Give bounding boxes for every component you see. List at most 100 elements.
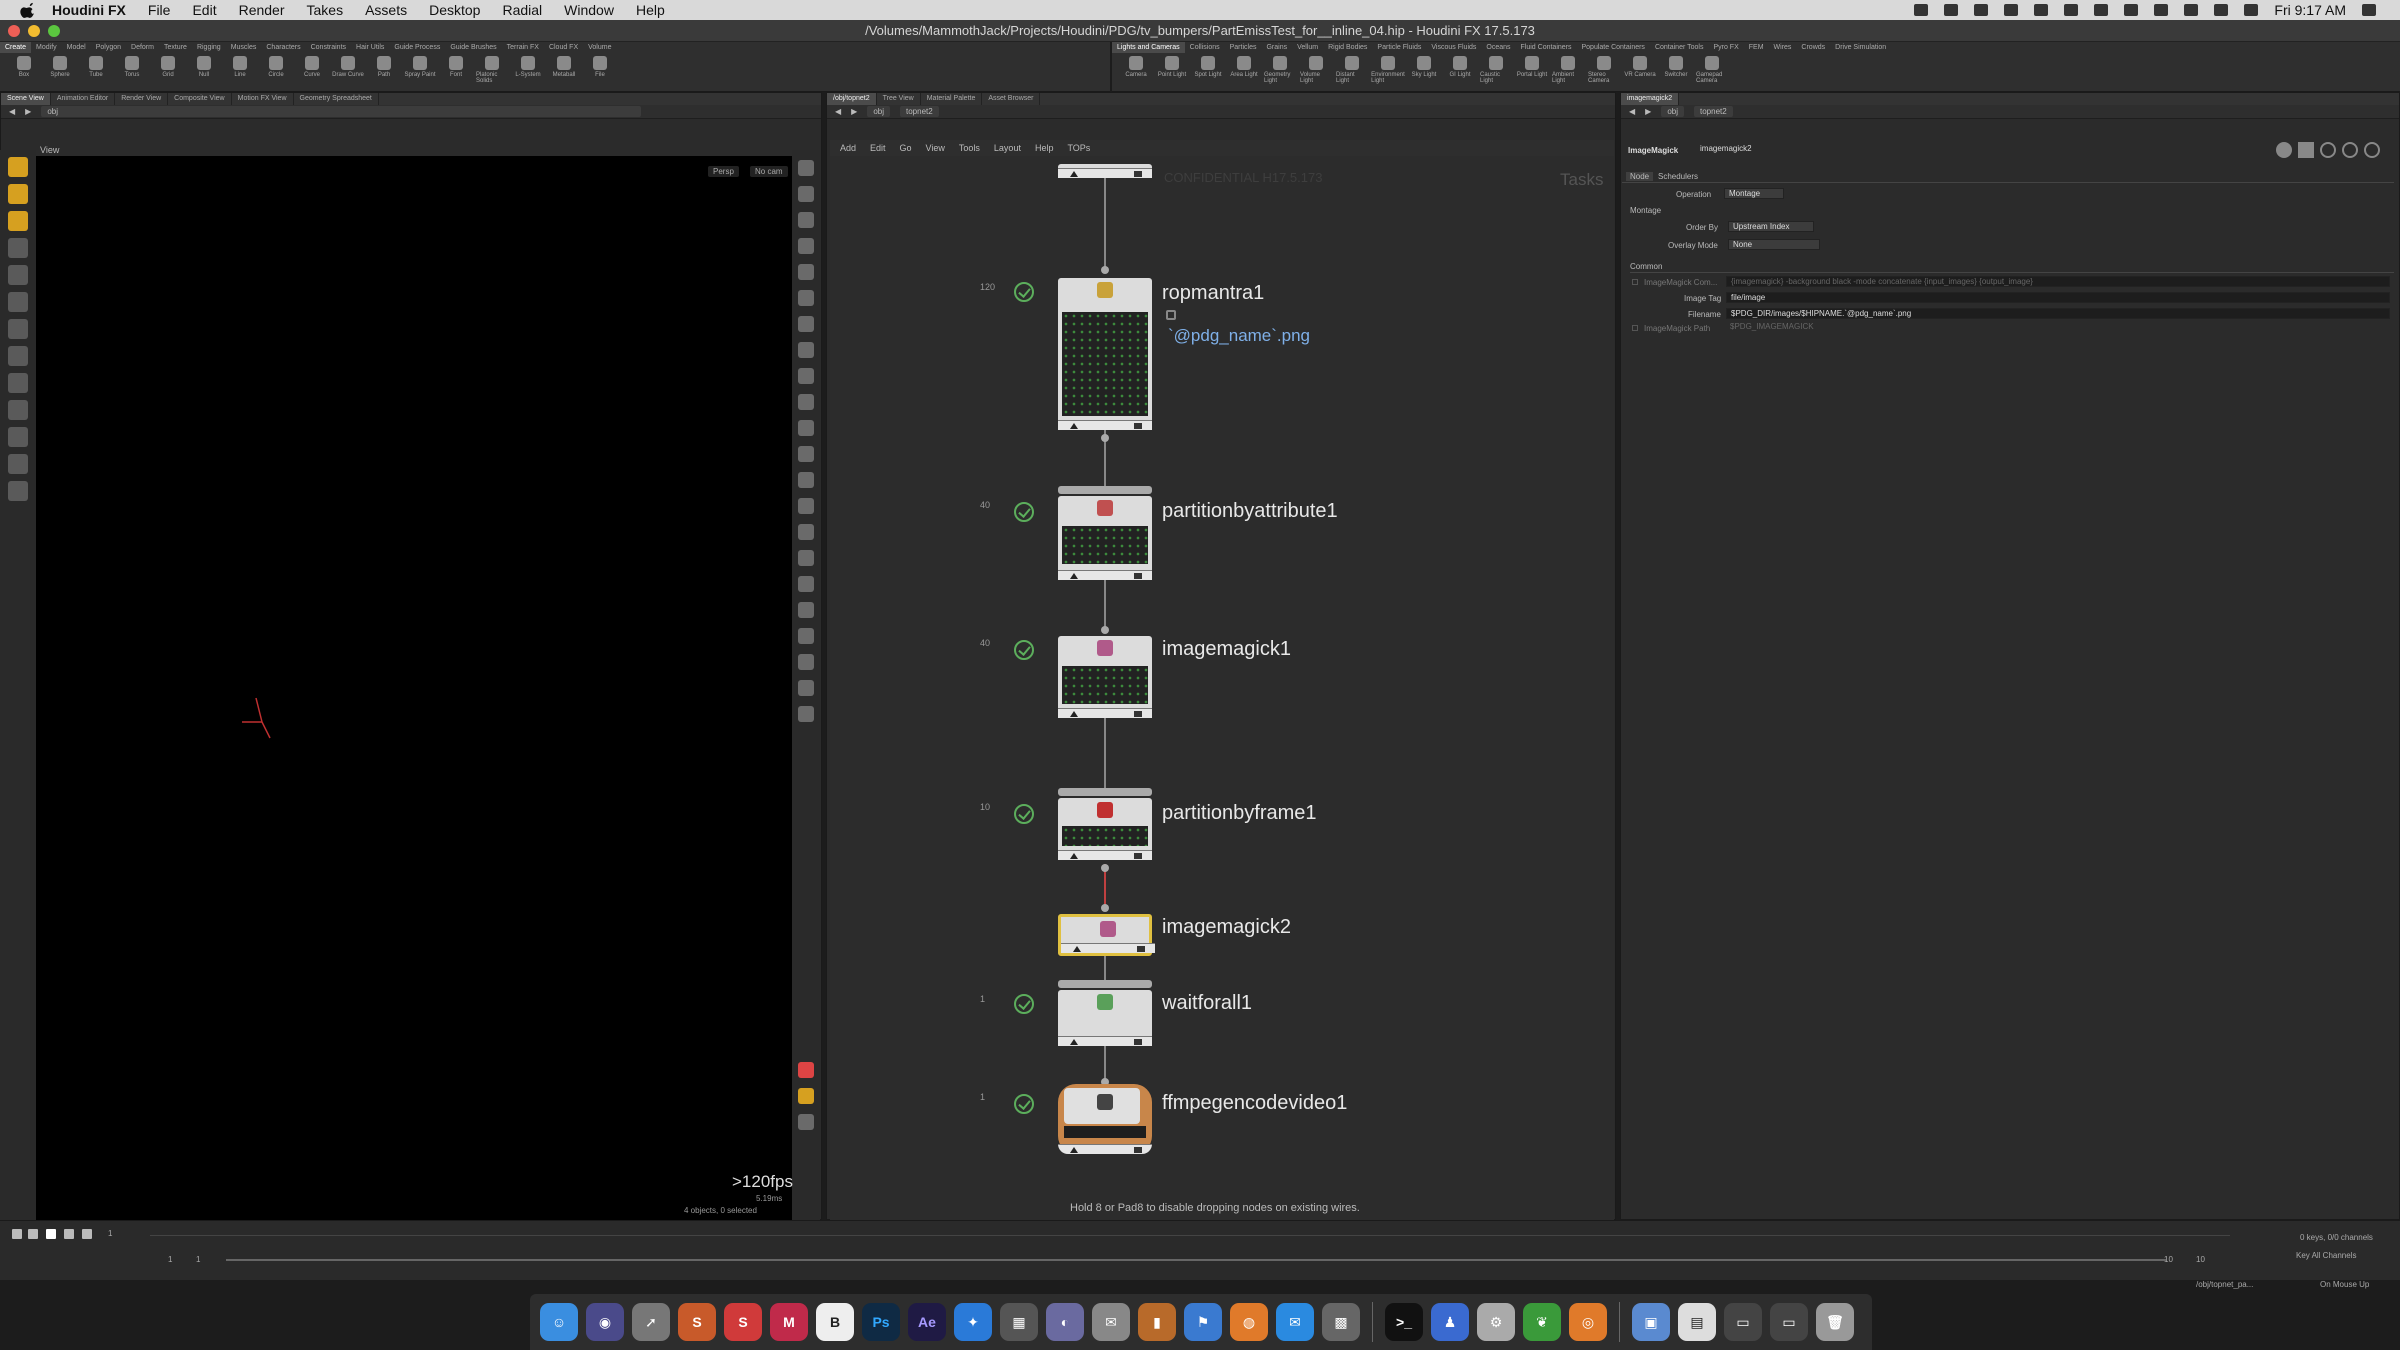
shelf-left-tool-6[interactable]: Line xyxy=(224,56,256,84)
back-arrow-icon[interactable]: ◀ xyxy=(1629,107,1635,116)
node-label[interactable]: imagemagick1 xyxy=(1162,638,1291,661)
network-menu-1[interactable]: Edit xyxy=(870,143,886,153)
start-frame[interactable]: 1 xyxy=(168,1255,172,1264)
shelf-right-tool-7[interactable]: Environment Light xyxy=(1371,56,1405,84)
imagemagick-path-field[interactable]: $PDG_IMAGEMAGICK xyxy=(1726,322,1846,333)
key-all-channels-button[interactable]: Key All Channels xyxy=(2296,1251,2356,1260)
shelf-left-tool-13[interactable]: Platonic Solids xyxy=(476,56,508,84)
menu-radial[interactable]: Radial xyxy=(502,2,542,18)
gear-icon[interactable] xyxy=(2276,142,2292,158)
help-icon[interactable] xyxy=(2364,142,2380,158)
apple-icon[interactable] xyxy=(20,2,38,18)
shading-icon[interactable] xyxy=(798,368,814,384)
abc-icon[interactable] xyxy=(798,654,814,670)
shelf-left-tool-1[interactable]: Sphere xyxy=(44,56,76,84)
sublime-merge-icon[interactable]: S xyxy=(724,1303,762,1341)
menu-takes[interactable]: Takes xyxy=(307,2,344,18)
trash-icon[interactable]: 🗑 xyxy=(1816,1303,1854,1341)
bear-icon[interactable]: B xyxy=(816,1303,854,1341)
after-effects-icon[interactable]: Ae xyxy=(908,1303,946,1341)
persp-menu[interactable]: Persp xyxy=(708,166,739,177)
network-menu-5[interactable]: Layout xyxy=(994,143,1021,153)
snap-tool-icon[interactable] xyxy=(8,400,28,420)
timeline-ruler[interactable] xyxy=(150,1235,2230,1236)
node-input-connector[interactable] xyxy=(1101,904,1109,912)
shelf-right-tool-0[interactable]: Camera xyxy=(1120,56,1152,84)
node-footer[interactable] xyxy=(1058,1036,1152,1046)
battery-icon[interactable] xyxy=(2244,4,2259,16)
ghost-icon[interactable] xyxy=(798,186,814,202)
handle-tool-icon[interactable] xyxy=(8,319,28,339)
update-mode-select[interactable]: On Mouse Up xyxy=(2320,1280,2369,1289)
start-frame-2[interactable]: 1 xyxy=(196,1255,200,1264)
order-by-select[interactable]: Upstream Index xyxy=(1728,221,1814,232)
tab-schedulers[interactable]: Schedulers xyxy=(1654,172,1702,181)
shelf-right-tool-10[interactable]: Caustic Light xyxy=(1480,56,1512,84)
messages-icon[interactable]: ✉ xyxy=(1276,1303,1314,1341)
select-tool-icon[interactable] xyxy=(8,157,28,177)
shelf-left-tool-14[interactable]: L-System xyxy=(512,56,544,84)
color-picker-icon[interactable]: ◐ xyxy=(1046,1303,1084,1341)
photo-booth-icon[interactable]: ▩ xyxy=(1322,1303,1360,1341)
shelf-right-tool-4[interactable]: Geometry Light xyxy=(1264,56,1296,84)
menu-file[interactable]: File xyxy=(148,2,171,18)
node-name-field[interactable]: imagemagick2 xyxy=(1696,144,2296,155)
node-label[interactable]: waitforall1 xyxy=(1162,992,1252,1015)
layout-icon[interactable] xyxy=(798,1088,814,1104)
image-tag-field[interactable]: file/image xyxy=(1726,292,2390,303)
shelf-right-tab-15[interactable]: Crowds xyxy=(1796,42,1830,53)
leaf-app-icon[interactable]: ❦ xyxy=(1523,1303,1561,1341)
volume-icon[interactable] xyxy=(2214,4,2229,16)
shelf-right-tab-9[interactable]: Fluid Containers xyxy=(1516,42,1577,53)
search-icon[interactable] xyxy=(2320,142,2336,158)
shelf-left-tab-7[interactable]: Muscles xyxy=(226,42,262,53)
shelf-left-tab-9[interactable]: Constraints xyxy=(306,42,351,53)
shelf-right-tab-11[interactable]: Container Tools xyxy=(1650,42,1709,53)
shelf-left-tool-0[interactable]: Box xyxy=(8,56,40,84)
sublime-icon[interactable]: S xyxy=(678,1303,716,1341)
shelf-left-tool-11[interactable]: Spray Paint xyxy=(404,56,436,84)
shelf-right-tool-6[interactable]: Distant Light xyxy=(1336,56,1368,84)
safari-icon[interactable]: ✦ xyxy=(954,1303,992,1341)
shelf-right-tab-2[interactable]: Particles xyxy=(1225,42,1262,53)
document-icon[interactable]: ▤ xyxy=(1678,1303,1716,1341)
range-slider[interactable] xyxy=(226,1259,2166,1261)
back-arrow-icon[interactable]: ◀ xyxy=(9,107,15,116)
bluetooth-icon[interactable] xyxy=(2094,4,2109,16)
node-footer[interactable] xyxy=(1058,570,1152,580)
shelf-right-tool-9[interactable]: GI Light xyxy=(1444,56,1476,84)
shelf-left-tool-15[interactable]: Metaball xyxy=(548,56,580,84)
imagemagick-command-field[interactable]: {imagemagick} -background black -mode co… xyxy=(1726,276,2390,287)
shelf-right-tab-10[interactable]: Populate Containers xyxy=(1577,42,1650,53)
houdini-icon[interactable]: ◎ xyxy=(1569,1303,1607,1341)
vector-icon[interactable] xyxy=(798,394,814,410)
overlay-mode-select[interactable]: None xyxy=(1728,239,1820,250)
wifi-icon[interactable] xyxy=(2184,4,2199,16)
network-menu-6[interactable]: Help xyxy=(1035,143,1054,153)
shelf-left-tab-6[interactable]: Rigging xyxy=(192,42,226,53)
airplay-icon[interactable] xyxy=(2154,4,2169,16)
mail-app-icon[interactable]: M xyxy=(770,1303,808,1341)
crumb-obj[interactable]: obj xyxy=(867,106,890,117)
terminal-icon[interactable]: >_ xyxy=(1385,1303,1423,1341)
shelf-left-tool-7[interactable]: Circle xyxy=(260,56,292,84)
checkbox[interactable] xyxy=(1632,279,1638,285)
shelf-left-tool-2[interactable]: Tube xyxy=(80,56,112,84)
grid-icon[interactable] xyxy=(798,628,814,644)
scene-tab-5[interactable]: Geometry Spreadsheet xyxy=(294,93,379,105)
network-tab-0[interactable]: /obj/topnet2 xyxy=(827,93,877,105)
shelf-right-tool-15[interactable]: Switcher xyxy=(1660,56,1692,84)
node-waitforall1[interactable] xyxy=(1058,990,1152,1046)
forward-arrow-icon[interactable]: ▶ xyxy=(1645,107,1651,116)
window-thumbnail-icon[interactable]: ▭ xyxy=(1724,1303,1762,1341)
crumb-obj[interactable]: obj xyxy=(1661,106,1684,117)
shelf-right-tab-6[interactable]: Particle Fluids xyxy=(1372,42,1426,53)
node-label[interactable]: imagemagick2 xyxy=(1162,916,1291,939)
point-icon[interactable] xyxy=(798,446,814,462)
info-icon[interactable] xyxy=(2342,142,2358,158)
shelf-right-tab-12[interactable]: Pyro FX xyxy=(1708,42,1743,53)
menu-window[interactable]: Window xyxy=(564,2,614,18)
map-icon[interactable] xyxy=(798,706,814,722)
menubar-clock[interactable]: Fri 9:17 AM xyxy=(2274,2,2346,18)
node-footer[interactable] xyxy=(1058,420,1152,430)
